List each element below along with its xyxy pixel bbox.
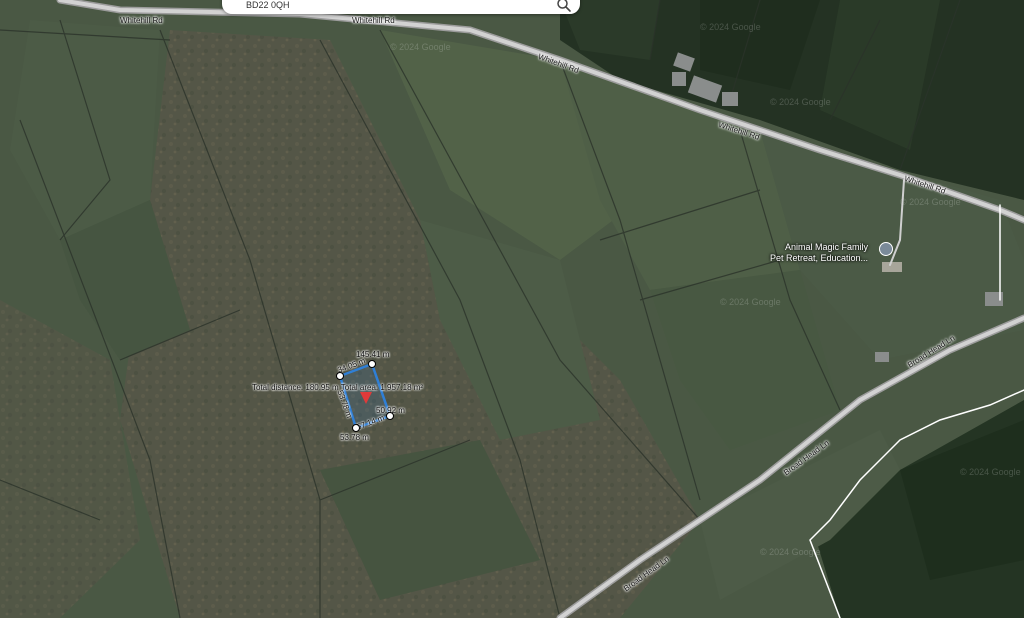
svg-text:© 2024 Google: © 2024 Google	[700, 22, 761, 32]
poi-pin-icon[interactable]	[879, 242, 893, 256]
satellite-imagery: © 2024 Google © 2024 Google © 2024 Googl…	[0, 0, 1024, 618]
road-label: Whitehill Rd	[120, 16, 163, 25]
measure-vertex[interactable]	[352, 424, 360, 432]
poi-label[interactable]: Animal Magic Family Pet Retreat, Educati…	[770, 242, 868, 264]
svg-text:© 2024 Google: © 2024 Google	[900, 197, 961, 207]
poi-name-line1: Animal Magic Family	[785, 242, 869, 252]
search-input[interactable]: BD22 0QH	[246, 0, 290, 10]
measure-vertex[interactable]	[368, 360, 376, 368]
measure-vertex[interactable]	[336, 372, 344, 380]
road-label: Whitehill Rd	[352, 16, 395, 25]
search-icon[interactable]	[556, 0, 572, 13]
svg-text:© 2024 Google: © 2024 Google	[720, 297, 781, 307]
svg-text:© 2024 Google: © 2024 Google	[770, 97, 831, 107]
measure-bottom-label: 53.78 m	[340, 433, 369, 442]
measure-vertex[interactable]	[386, 412, 394, 420]
svg-text:© 2024 Google: © 2024 Google	[960, 467, 1021, 477]
svg-text:© 2024 Google: © 2024 Google	[390, 42, 451, 52]
map-view[interactable]: © 2024 Google © 2024 Google © 2024 Googl…	[0, 0, 1024, 618]
svg-text:© 2024 Google: © 2024 Google	[760, 547, 821, 557]
poi-name-line2: Pet Retreat, Education...	[770, 253, 869, 263]
search-bar[interactable]: BD22 0QH	[222, 0, 580, 14]
